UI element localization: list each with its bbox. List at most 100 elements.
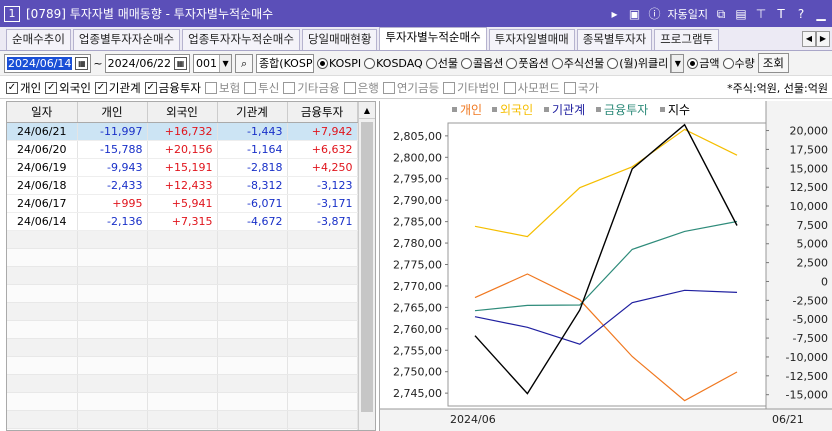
checkbox[interactable]: ✓ bbox=[6, 81, 18, 94]
memo-icon[interactable]: ▣ bbox=[628, 7, 642, 21]
arrow-right-icon[interactable]: ▸ bbox=[608, 7, 622, 21]
table-row[interactable]: 24/06/17 +995 +5,941 -6,071 -3,171 bbox=[7, 194, 358, 213]
layout-icon[interactable]: ▤ bbox=[734, 7, 748, 21]
checkbox[interactable] bbox=[503, 81, 516, 94]
column-header-institution[interactable]: 기관계 bbox=[217, 102, 288, 123]
radio-quantity[interactable]: 수량 bbox=[722, 55, 755, 71]
filter-foreigner[interactable]: ✓ 외국인 bbox=[45, 80, 91, 96]
filter-private-fund[interactable]: 사모펀드 bbox=[503, 80, 560, 96]
info-icon[interactable]: ⓘ bbox=[648, 7, 662, 21]
auto-log-button[interactable]: 자동일지 bbox=[668, 6, 708, 22]
table-row[interactable]: 24/06/21 -11,997 +16,732 -1,443 +7,942 bbox=[7, 122, 358, 141]
filter-individual[interactable]: ✓ 개인 bbox=[6, 80, 41, 96]
search-button[interactable]: ⌕ bbox=[235, 53, 254, 73]
table-scrollbar[interactable]: ▲ bbox=[358, 102, 375, 430]
tab-daily-trading-status[interactable]: 당일매매현황 bbox=[301, 29, 378, 50]
radio-kosdaq[interactable]: KOSDAQ bbox=[364, 57, 423, 70]
filter-insurance[interactable]: 보험 bbox=[205, 80, 240, 96]
table-row[interactable]: 24/06/14 -2,136 +7,315 -4,672 -3,871 bbox=[7, 212, 358, 231]
tab-sector-investor-net-buy[interactable]: 업종별투자자순매수 bbox=[72, 29, 181, 50]
radio-dot[interactable] bbox=[722, 57, 734, 69]
start-date-value[interactable]: 2024/06/14 bbox=[7, 56, 73, 70]
table-row[interactable]: 24/06/20 -15,788 +20,156 -1,164 +6,632 bbox=[7, 140, 358, 159]
weekly-select[interactable]: ▼ bbox=[670, 53, 685, 73]
filter-institution[interactable]: ✓ 기관계 bbox=[94, 80, 141, 96]
empty-row bbox=[7, 374, 358, 393]
scroll-up-icon[interactable]: ▲ bbox=[359, 102, 375, 119]
end-date-value[interactable]: 2024/06/22 bbox=[108, 57, 171, 70]
tab-program[interactable]: 프로그램투 bbox=[654, 29, 720, 50]
tab-scroll-right-icon[interactable]: ▶ bbox=[816, 31, 830, 47]
checkbox[interactable] bbox=[343, 81, 356, 94]
radio-amount[interactable]: 금액 bbox=[687, 55, 720, 71]
filter-nation[interactable]: 국가 bbox=[563, 80, 599, 96]
column-header-financial-investment[interactable]: 금융투자 bbox=[287, 102, 358, 123]
tab-stock-investor[interactable]: 종목별투자자 bbox=[576, 29, 653, 50]
tab-investor-cumulative-net-buy[interactable]: 투자자별누적순매수 bbox=[379, 27, 487, 50]
minimize-icon[interactable]: ▁ bbox=[814, 7, 828, 21]
right-tick-label: -12,500 bbox=[786, 370, 828, 383]
end-date-field[interactable]: 2024/06/22 ▦ bbox=[104, 53, 191, 73]
cell-financial-investment: +6,632 bbox=[287, 140, 358, 159]
cell-institution: -1,443 bbox=[217, 122, 288, 141]
radio-dot[interactable] bbox=[506, 57, 518, 69]
checkbox[interactable]: ✓ bbox=[45, 81, 58, 94]
cell-individual: -2,433 bbox=[77, 176, 148, 195]
filter-bank[interactable]: 은행 bbox=[343, 80, 379, 96]
link-icon[interactable]: ⧉ bbox=[714, 7, 728, 21]
checkbox[interactable] bbox=[563, 81, 576, 94]
radio-dot[interactable] bbox=[317, 57, 329, 69]
checkbox[interactable] bbox=[205, 81, 217, 94]
calendar-icon[interactable]: ▦ bbox=[75, 56, 89, 70]
table-row[interactable]: 24/06/18 -2,433 +12,433 -8,312 -3,123 bbox=[7, 176, 358, 195]
radio-stock-futures[interactable]: 주식선물 bbox=[551, 55, 604, 71]
chevron-down-icon[interactable]: ▼ bbox=[219, 54, 232, 72]
checkbox[interactable]: ✓ bbox=[94, 81, 107, 94]
pin-icon[interactable]: ⊤ bbox=[754, 7, 768, 21]
filter-other-corp[interactable]: 기타법인 bbox=[443, 80, 500, 96]
checkbox[interactable]: ✓ bbox=[144, 81, 157, 94]
empty-row bbox=[7, 248, 358, 267]
chevron-down-icon[interactable]: ▼ bbox=[671, 54, 684, 72]
scrollbar-thumb[interactable] bbox=[361, 122, 373, 412]
column-header-foreigner[interactable]: 외국인 bbox=[147, 102, 218, 123]
checkbox[interactable] bbox=[244, 81, 257, 94]
radio-dot[interactable] bbox=[551, 57, 563, 69]
table-row[interactable]: 24/06/19 -9,943 +15,191 -2,818 +4,250 bbox=[7, 158, 358, 177]
filter-other-finance[interactable]: 기타금융 bbox=[283, 80, 340, 96]
cell-foreigner: +16,732 bbox=[147, 122, 218, 141]
filter-investment-trust[interactable]: 투신 bbox=[244, 80, 279, 96]
radio-call-option[interactable]: 콜옵션 bbox=[460, 55, 503, 71]
market-name-field[interactable]: 종합(KOSP bbox=[256, 53, 315, 73]
tab-sector-investor-cumulative[interactable]: 업종투자자누적순매수 bbox=[182, 29, 300, 50]
radio-dot[interactable] bbox=[687, 57, 699, 69]
column-header-individual[interactable]: 개인 bbox=[77, 102, 148, 123]
filter-financial-investment[interactable]: ✓ 금융투자 bbox=[144, 80, 201, 96]
column-header-date[interactable]: 일자 bbox=[7, 102, 78, 123]
radio-put-option[interactable]: 풋옵션 bbox=[506, 55, 549, 71]
help-icon[interactable]: ? bbox=[794, 7, 808, 21]
radio-kospi[interactable]: KOSPI bbox=[317, 57, 361, 70]
tab-investor-daily-trading[interactable]: 투자자일별매매 bbox=[488, 29, 575, 50]
tab-net-buy-trend[interactable]: 순매수추이 bbox=[6, 29, 71, 50]
query-button[interactable]: 조회 bbox=[757, 53, 789, 73]
start-date-field[interactable]: 2024/06/14 ▦ bbox=[4, 53, 92, 73]
checkbox[interactable] bbox=[382, 81, 395, 94]
calendar-icon[interactable]: ▦ bbox=[174, 56, 188, 70]
title-bar-controls: ▸ ▣ ⓘ 자동일지 ⧉ ▤ ⊤ T ? ▁ bbox=[608, 0, 832, 27]
radio-dot[interactable] bbox=[460, 57, 472, 69]
empty-cell bbox=[77, 338, 148, 357]
radio-dot[interactable] bbox=[425, 57, 437, 69]
radio-dot[interactable] bbox=[364, 57, 376, 69]
checkbox[interactable] bbox=[443, 81, 456, 94]
empty-cell bbox=[7, 320, 78, 339]
code-select[interactable]: 001 ▼ bbox=[193, 53, 233, 73]
tab-scroll-left-icon[interactable]: ◀ bbox=[802, 31, 816, 47]
empty-cell bbox=[287, 338, 358, 357]
checkbox[interactable] bbox=[283, 81, 296, 94]
radio-dot[interactable] bbox=[607, 57, 619, 69]
radio-weekly[interactable]: (월)위클리 bbox=[607, 55, 668, 71]
radio-futures[interactable]: 선물 bbox=[425, 55, 458, 71]
font-size-icon[interactable]: T bbox=[774, 7, 788, 21]
filter-pension[interactable]: 연기금등 bbox=[382, 80, 439, 96]
